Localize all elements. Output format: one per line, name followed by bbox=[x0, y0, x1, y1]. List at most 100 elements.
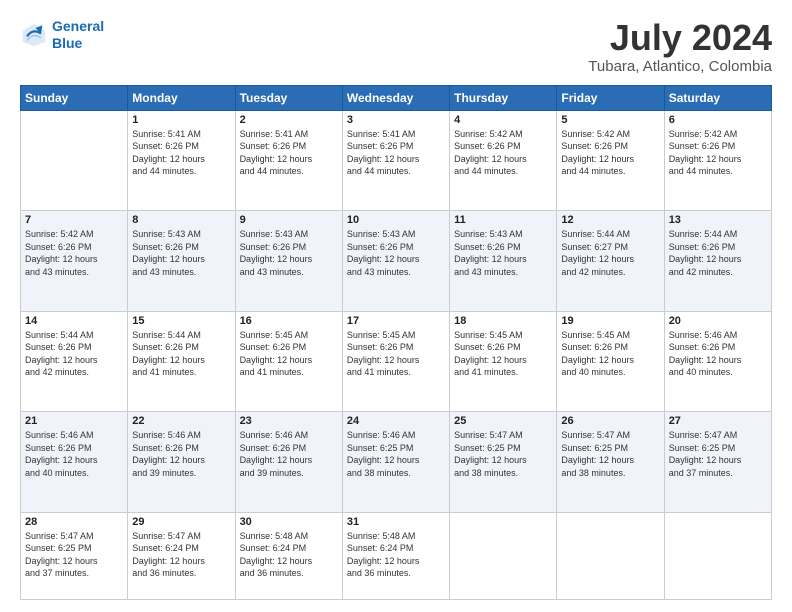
day-info: Sunrise: 5:41 AMSunset: 6:26 PMDaylight:… bbox=[132, 128, 230, 178]
day-number: 22 bbox=[132, 415, 230, 427]
calendar-cell: 17 Sunrise: 5:45 AMSunset: 6:26 PMDayligh… bbox=[342, 311, 449, 411]
calendar-cell: 22 Sunrise: 5:46 AMSunset: 6:26 PMDayligh… bbox=[128, 412, 235, 512]
calendar-cell: 24Sunrise: 5:46 AMSunset: 6:25 PMDayligh… bbox=[342, 412, 449, 512]
day-info: Sunrise: 5:46 AMSunset: 6:26 PMDaylight:… bbox=[669, 329, 767, 379]
day-number: 19 bbox=[561, 315, 659, 327]
day-number: 20 bbox=[669, 315, 767, 327]
calendar-cell: 16Sunrise: 5:45 AMSunset: 6:26 PMDayligh… bbox=[235, 311, 342, 411]
day-number: 23 bbox=[240, 415, 338, 427]
day-number: 11 bbox=[454, 214, 552, 226]
day-number: 21 bbox=[25, 415, 123, 427]
day-info: Sunrise: 5:46 AMSunset: 6:26 PMDaylight:… bbox=[132, 429, 230, 479]
calendar-cell: 14 Sunrise: 5:44 AMSunset: 6:26 PMDayligh… bbox=[21, 311, 128, 411]
day-info: Sunrise: 5:46 AMSunset: 6:26 PMDaylight:… bbox=[25, 429, 123, 479]
calendar-cell: 7 Sunrise: 5:42 AMSunset: 6:26 PMDaylight… bbox=[21, 211, 128, 311]
day-number: 17 bbox=[347, 315, 445, 327]
calendar-cell: 15 Sunrise: 5:44 AMSunset: 6:26 PMDayligh… bbox=[128, 311, 235, 411]
calendar-cell: 4Sunrise: 5:42 AMSunset: 6:26 PMDaylight… bbox=[450, 110, 557, 210]
calendar-cell: 18 Sunrise: 5:45 AMSunset: 6:26 PMDayligh… bbox=[450, 311, 557, 411]
day-info: Sunrise: 5:48 AMSunset: 6:24 PMDaylight:… bbox=[347, 530, 445, 580]
day-info: Sunrise: 5:44 AMSunset: 6:26 PMDaylight:… bbox=[669, 228, 767, 278]
calendar-header-friday: Friday bbox=[557, 85, 664, 110]
logo: General Blue bbox=[20, 18, 104, 52]
day-info: Sunrise: 5:42 AMSunset: 6:26 PMDaylight:… bbox=[561, 128, 659, 178]
logo-line2: Blue bbox=[52, 35, 82, 51]
day-info: Sunrise: 5:43 AMSunset: 6:26 PMDaylight:… bbox=[347, 228, 445, 278]
day-info: Sunrise: 5:42 AMSunset: 6:26 PMDaylight:… bbox=[25, 228, 123, 278]
day-info: Sunrise: 5:45 AMSunset: 6:26 PMDaylight:… bbox=[561, 329, 659, 379]
day-info: Sunrise: 5:45 AMSunset: 6:26 PMDaylight:… bbox=[454, 329, 552, 379]
day-number: 18 bbox=[454, 315, 552, 327]
calendar-cell: 13 Sunrise: 5:44 AMSunset: 6:26 PMDayligh… bbox=[664, 211, 771, 311]
calendar-week-2: 14 Sunrise: 5:44 AMSunset: 6:26 PMDayligh… bbox=[21, 311, 772, 411]
day-number: 26 bbox=[561, 415, 659, 427]
day-info: Sunrise: 5:42 AMSunset: 6:26 PMDaylight:… bbox=[454, 128, 552, 178]
main-title: July 2024 bbox=[588, 18, 772, 58]
day-number: 27 bbox=[669, 415, 767, 427]
day-number: 28 bbox=[25, 516, 123, 528]
day-info: Sunrise: 5:45 AMSunset: 6:26 PMDaylight:… bbox=[347, 329, 445, 379]
day-info: Sunrise: 5:44 AMSunset: 6:26 PMDaylight:… bbox=[132, 329, 230, 379]
day-number: 14 bbox=[25, 315, 123, 327]
calendar-cell: 11 Sunrise: 5:43 AMSunset: 6:26 PMDayligh… bbox=[450, 211, 557, 311]
calendar-cell: 23Sunrise: 5:46 AMSunset: 6:26 PMDayligh… bbox=[235, 412, 342, 512]
header: General Blue July 2024 Tubara, Atlantico… bbox=[20, 18, 772, 75]
calendar-header-sunday: Sunday bbox=[21, 85, 128, 110]
calendar-cell: 2 Sunrise: 5:41 AMSunset: 6:26 PMDaylight… bbox=[235, 110, 342, 210]
day-info: Sunrise: 5:47 AMSunset: 6:25 PMDaylight:… bbox=[25, 530, 123, 580]
calendar-header-tuesday: Tuesday bbox=[235, 85, 342, 110]
calendar-cell: 1 Sunrise: 5:41 AMSunset: 6:26 PMDaylight… bbox=[128, 110, 235, 210]
calendar-week-0: 1 Sunrise: 5:41 AMSunset: 6:26 PMDaylight… bbox=[21, 110, 772, 210]
day-info: Sunrise: 5:48 AMSunset: 6:24 PMDaylight:… bbox=[240, 530, 338, 580]
day-info: Sunrise: 5:47 AMSunset: 6:25 PMDaylight:… bbox=[669, 429, 767, 479]
calendar-cell: 25Sunrise: 5:47 AMSunset: 6:25 PMDayligh… bbox=[450, 412, 557, 512]
calendar-cell: 28 Sunrise: 5:47 AMSunset: 6:25 PMDayligh… bbox=[21, 512, 128, 599]
logo-text: General Blue bbox=[52, 18, 104, 52]
calendar-cell: 21 Sunrise: 5:46 AMSunset: 6:26 PMDayligh… bbox=[21, 412, 128, 512]
calendar-header-wednesday: Wednesday bbox=[342, 85, 449, 110]
calendar-week-3: 21 Sunrise: 5:46 AMSunset: 6:26 PMDayligh… bbox=[21, 412, 772, 512]
subtitle: Tubara, Atlantico, Colombia bbox=[588, 58, 772, 75]
calendar-cell bbox=[21, 110, 128, 210]
calendar-cell: 8Sunrise: 5:43 AMSunset: 6:26 PMDaylight… bbox=[128, 211, 235, 311]
day-number: 1 bbox=[132, 114, 230, 126]
calendar-table: SundayMondayTuesdayWednesdayThursdayFrid… bbox=[20, 85, 772, 600]
day-info: Sunrise: 5:47 AMSunset: 6:24 PMDaylight:… bbox=[132, 530, 230, 580]
calendar-cell: 29Sunrise: 5:47 AMSunset: 6:24 PMDayligh… bbox=[128, 512, 235, 599]
day-info: Sunrise: 5:45 AMSunset: 6:26 PMDaylight:… bbox=[240, 329, 338, 379]
calendar-header-row: SundayMondayTuesdayWednesdayThursdayFrid… bbox=[21, 85, 772, 110]
day-number: 3 bbox=[347, 114, 445, 126]
calendar-cell: 20 Sunrise: 5:46 AMSunset: 6:26 PMDayligh… bbox=[664, 311, 771, 411]
day-number: 15 bbox=[132, 315, 230, 327]
calendar-cell: 19 Sunrise: 5:45 AMSunset: 6:26 PMDayligh… bbox=[557, 311, 664, 411]
day-number: 31 bbox=[347, 516, 445, 528]
day-number: 2 bbox=[240, 114, 338, 126]
day-number: 6 bbox=[669, 114, 767, 126]
calendar-cell: 10 Sunrise: 5:43 AMSunset: 6:26 PMDayligh… bbox=[342, 211, 449, 311]
day-number: 8 bbox=[132, 214, 230, 226]
day-number: 24 bbox=[347, 415, 445, 427]
calendar-cell: 3Sunrise: 5:41 AMSunset: 6:26 PMDaylight… bbox=[342, 110, 449, 210]
day-number: 9 bbox=[240, 214, 338, 226]
calendar-cell bbox=[450, 512, 557, 599]
day-number: 7 bbox=[25, 214, 123, 226]
day-number: 13 bbox=[669, 214, 767, 226]
logo-icon bbox=[20, 21, 48, 49]
calendar-cell: 9 Sunrise: 5:43 AMSunset: 6:26 PMDaylight… bbox=[235, 211, 342, 311]
calendar-header-monday: Monday bbox=[128, 85, 235, 110]
day-number: 5 bbox=[561, 114, 659, 126]
day-info: Sunrise: 5:42 AMSunset: 6:26 PMDaylight:… bbox=[669, 128, 767, 178]
day-number: 25 bbox=[454, 415, 552, 427]
day-info: Sunrise: 5:43 AMSunset: 6:26 PMDaylight:… bbox=[240, 228, 338, 278]
calendar-header-thursday: Thursday bbox=[450, 85, 557, 110]
calendar-cell: 26Sunrise: 5:47 AMSunset: 6:25 PMDayligh… bbox=[557, 412, 664, 512]
day-number: 12 bbox=[561, 214, 659, 226]
calendar-cell: 27 Sunrise: 5:47 AMSunset: 6:25 PMDayligh… bbox=[664, 412, 771, 512]
day-info: Sunrise: 5:41 AMSunset: 6:26 PMDaylight:… bbox=[240, 128, 338, 178]
calendar-cell: 12Sunrise: 5:44 AMSunset: 6:27 PMDayligh… bbox=[557, 211, 664, 311]
day-info: Sunrise: 5:44 AMSunset: 6:26 PMDaylight:… bbox=[25, 329, 123, 379]
calendar-week-4: 28 Sunrise: 5:47 AMSunset: 6:25 PMDayligh… bbox=[21, 512, 772, 599]
day-number: 10 bbox=[347, 214, 445, 226]
day-info: Sunrise: 5:43 AMSunset: 6:26 PMDaylight:… bbox=[454, 228, 552, 278]
calendar-week-1: 7 Sunrise: 5:42 AMSunset: 6:26 PMDaylight… bbox=[21, 211, 772, 311]
